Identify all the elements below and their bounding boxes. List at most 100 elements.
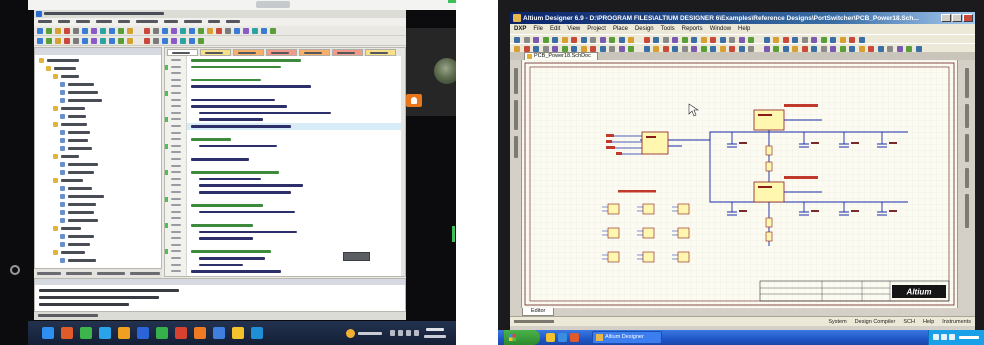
- toolbar-button-icon[interactable]: [691, 45, 697, 52]
- tree-item[interactable]: [68, 259, 96, 262]
- toolbar-button-icon[interactable]: [73, 38, 79, 44]
- tree-item[interactable]: [61, 179, 83, 182]
- editor-file-tab[interactable]: [167, 49, 198, 56]
- folder-icon[interactable]: [53, 250, 58, 255]
- toolbar-button-icon[interactable]: [523, 45, 530, 52]
- toolbar-button-icon[interactable]: [801, 45, 808, 52]
- file-icon[interactable]: [60, 186, 65, 191]
- toolbar-button-icon[interactable]: [801, 36, 808, 43]
- folder-icon[interactable]: [53, 154, 58, 159]
- tree-item[interactable]: [68, 147, 92, 150]
- toolbar-button-icon[interactable]: [811, 45, 817, 52]
- tree-item[interactable]: [68, 83, 94, 86]
- toolbar-button-icon[interactable]: [628, 45, 634, 52]
- ide-toolbar-build[interactable]: [34, 36, 406, 46]
- toolbar-button-icon[interactable]: [662, 36, 669, 43]
- toolbar-button-icon[interactable]: [243, 28, 249, 34]
- folder-icon[interactable]: [53, 226, 58, 231]
- build-output-panel[interactable]: [34, 278, 406, 312]
- toolbar-button-icon[interactable]: [252, 28, 258, 34]
- editor-file-tab[interactable]: [299, 49, 330, 56]
- toolbar-button-icon[interactable]: [906, 45, 912, 52]
- tree-item[interactable]: [61, 251, 85, 254]
- toolbar-button-icon[interactable]: [162, 28, 168, 34]
- toolbar-button-icon[interactable]: [729, 45, 735, 52]
- video-call-panel[interactable]: [406, 28, 456, 116]
- file-icon[interactable]: [60, 210, 65, 215]
- toolbar-button-icon[interactable]: [618, 45, 625, 52]
- toolbar-button-icon[interactable]: [643, 45, 650, 52]
- status-panel-sch[interactable]: SCH: [903, 317, 915, 327]
- editor-file-tab[interactable]: [365, 49, 396, 56]
- tree-item[interactable]: [68, 235, 94, 238]
- panel-tab[interactable]: [37, 272, 61, 275]
- folder-icon[interactable]: [53, 106, 58, 111]
- menu-item[interactable]: [38, 20, 52, 23]
- ide-menu-bar[interactable]: [34, 18, 406, 26]
- file-icon[interactable]: [60, 242, 65, 247]
- toolbar-button-icon[interactable]: [171, 38, 177, 44]
- toolbar-button-icon[interactable]: [64, 38, 70, 44]
- toolbar-button-icon[interactable]: [618, 36, 625, 43]
- toolbar-button-icon[interactable]: [643, 36, 650, 43]
- file-icon[interactable]: [60, 202, 65, 207]
- toolbar-button-icon[interactable]: [270, 28, 276, 34]
- toolbar-button-icon[interactable]: [153, 28, 159, 34]
- toolbar-button-icon[interactable]: [82, 38, 88, 44]
- toolbar-button-icon[interactable]: [609, 45, 615, 52]
- ide-toolbar-main[interactable]: [34, 26, 406, 36]
- ide-title-bar[interactable]: [34, 10, 406, 18]
- tray-icon[interactable]: [414, 330, 419, 336]
- menu-item[interactable]: [136, 20, 158, 23]
- toolbar-button-icon[interactable]: [571, 45, 577, 52]
- menu-item-view[interactable]: View: [567, 24, 580, 34]
- toolbar-button-icon[interactable]: [198, 38, 204, 44]
- panel-tab[interactable]: [130, 272, 160, 275]
- tree-item[interactable]: [61, 123, 87, 126]
- toolbar-button-icon[interactable]: [37, 38, 43, 44]
- toolbar-button-icon[interactable]: [100, 28, 106, 34]
- quick-launch-icon[interactable]: [546, 333, 555, 342]
- toolbar-button-icon[interactable]: [653, 36, 659, 43]
- toolbar-button-icon[interactable]: [523, 36, 530, 43]
- menu-item-design[interactable]: Design: [635, 24, 654, 34]
- toolbar-button-icon[interactable]: [763, 45, 770, 52]
- toolbar-button-icon[interactable]: [672, 36, 678, 43]
- toolbar-button-icon[interactable]: [792, 45, 798, 52]
- toolbar-button-icon[interactable]: [792, 36, 798, 43]
- taskbar-altium-button[interactable]: Altium Designer: [592, 331, 662, 344]
- toolbar-button-icon[interactable]: [561, 45, 568, 52]
- tree-item[interactable]: [68, 131, 90, 134]
- side-panel-tab[interactable]: [965, 68, 969, 98]
- file-icon[interactable]: [60, 138, 65, 143]
- status-panel-system[interactable]: System: [828, 317, 846, 327]
- tree-item[interactable]: [68, 195, 104, 198]
- toolbar-button-icon[interactable]: [748, 45, 754, 52]
- toolbar-button-icon[interactable]: [839, 36, 846, 43]
- toolbar-button-icon[interactable]: [37, 28, 43, 34]
- toolbar-button-icon[interactable]: [542, 45, 549, 52]
- toolbar-button-icon[interactable]: [877, 45, 884, 52]
- side-panel-tab[interactable]: [514, 136, 518, 158]
- left-panel-tabs[interactable]: [510, 60, 522, 308]
- toolbar-button-icon[interactable]: [55, 38, 61, 44]
- menu-item-reports[interactable]: Reports: [682, 24, 703, 34]
- system-tray[interactable]: [346, 325, 454, 341]
- toolbar-button-icon[interactable]: [571, 36, 577, 43]
- tree-item[interactable]: [68, 115, 86, 118]
- tree-item[interactable]: [68, 243, 90, 246]
- toolbar-button-icon[interactable]: [662, 45, 669, 52]
- altium-toolbar-standard[interactable]: [510, 34, 975, 43]
- toolbar-button-icon[interactable]: [849, 36, 855, 43]
- menu-item[interactable]: [164, 20, 178, 23]
- altium-title-bar[interactable]: Altium Designer 6.9 - D:\PROGRAM FILES\A…: [510, 12, 975, 24]
- schematic-sheet[interactable]: Altium: [522, 60, 957, 308]
- toolbar-button-icon[interactable]: [171, 28, 177, 34]
- folder-icon[interactable]: [39, 58, 44, 63]
- toolbar-button-icon[interactable]: [46, 28, 52, 34]
- menu-item-edit[interactable]: Edit: [550, 24, 560, 34]
- taskbar-app-icon[interactable]: [118, 327, 130, 339]
- tree-item[interactable]: [68, 171, 94, 174]
- editor-file-tabs[interactable]: [165, 48, 405, 56]
- file-icon[interactable]: [60, 114, 65, 119]
